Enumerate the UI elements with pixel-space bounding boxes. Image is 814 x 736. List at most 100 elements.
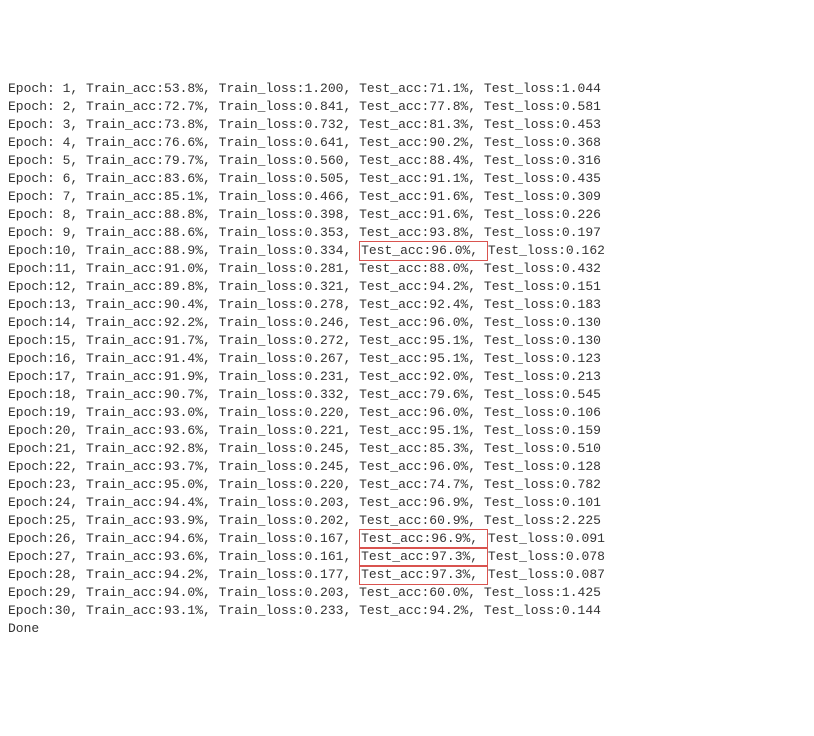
test-acc-value: Test_acc:96.0%,: [359, 459, 484, 474]
epoch-value: Epoch:20,: [8, 423, 86, 438]
train-acc-value: Train_acc:94.6%,: [86, 531, 219, 546]
log-line: Epoch: 8, Train_acc:88.8%, Train_loss:0.…: [8, 206, 806, 224]
train-loss-value: Train_loss:0.245,: [219, 441, 359, 456]
train-acc-value: Train_acc:72.7%,: [86, 99, 219, 114]
log-line: Epoch:20, Train_acc:93.6%, Train_loss:0.…: [8, 422, 806, 440]
test-acc-value: Test_acc:85.3%,: [359, 441, 484, 456]
training-log-output: Epoch: 1, Train_acc:53.8%, Train_loss:1.…: [8, 80, 806, 638]
test-loss-value: Test_loss:0.128: [484, 459, 601, 474]
train-acc-value: Train_acc:73.8%,: [86, 117, 219, 132]
train-acc-value: Train_acc:93.6%,: [86, 549, 219, 564]
test-acc-value: Test_acc:60.9%,: [359, 513, 484, 528]
epoch-value: Epoch:18,: [8, 387, 86, 402]
train-acc-value: Train_acc:76.6%,: [86, 135, 219, 150]
log-line: Epoch:10, Train_acc:88.9%, Train_loss:0.…: [8, 242, 806, 260]
log-line: Epoch:27, Train_acc:93.6%, Train_loss:0.…: [8, 548, 806, 566]
train-loss-value: Train_loss:0.353,: [219, 225, 359, 240]
test-acc-value: Test_acc:94.2%,: [359, 279, 484, 294]
train-acc-value: Train_acc:91.4%,: [86, 351, 219, 366]
test-loss-value: Test_loss:0.435: [484, 171, 601, 186]
log-line: Epoch:19, Train_acc:93.0%, Train_loss:0.…: [8, 404, 806, 422]
train-loss-value: Train_loss:0.167,: [219, 531, 359, 546]
log-line: Epoch:17, Train_acc:91.9%, Train_loss:0.…: [8, 368, 806, 386]
train-loss-value: Train_loss:0.732,: [219, 117, 359, 132]
test-loss-value: Test_loss:0.545: [484, 387, 601, 402]
test-loss-value: Test_loss:0.183: [484, 297, 601, 312]
test-acc-value: Test_acc:91.1%,: [359, 171, 484, 186]
train-loss-value: Train_loss:0.841,: [219, 99, 359, 114]
epoch-value: Epoch:26,: [8, 531, 86, 546]
train-acc-value: Train_acc:94.2%,: [86, 567, 219, 582]
train-acc-value: Train_acc:93.9%,: [86, 513, 219, 528]
log-line: Epoch:22, Train_acc:93.7%, Train_loss:0.…: [8, 458, 806, 476]
epoch-value: Epoch:24,: [8, 495, 86, 510]
log-line: Epoch:14, Train_acc:92.2%, Train_loss:0.…: [8, 314, 806, 332]
test-loss-value: Test_loss:0.309: [484, 189, 601, 204]
train-acc-value: Train_acc:91.7%,: [86, 333, 219, 348]
train-loss-value: Train_loss:0.334,: [219, 243, 359, 258]
log-line: Epoch:13, Train_acc:90.4%, Train_loss:0.…: [8, 296, 806, 314]
log-line: Epoch:11, Train_acc:91.0%, Train_loss:0.…: [8, 260, 806, 278]
test-loss-value: Test_loss:0.130: [484, 333, 601, 348]
train-acc-value: Train_acc:90.4%,: [86, 297, 219, 312]
train-loss-value: Train_loss:0.321,: [219, 279, 359, 294]
test-loss-value: Test_loss:0.144: [484, 603, 601, 618]
train-loss-value: Train_loss:0.466,: [219, 189, 359, 204]
epoch-value: Epoch:13,: [8, 297, 86, 312]
test-loss-value: Test_loss:0.151: [484, 279, 601, 294]
epoch-value: Epoch:21,: [8, 441, 86, 456]
train-loss-value: Train_loss:0.233,: [219, 603, 359, 618]
epoch-value: Epoch:16,: [8, 351, 86, 366]
log-line: Epoch:29, Train_acc:94.0%, Train_loss:0.…: [8, 584, 806, 602]
log-line: Epoch:21, Train_acc:92.8%, Train_loss:0.…: [8, 440, 806, 458]
test-acc-value: Test_acc:96.9%,: [359, 495, 484, 510]
train-acc-value: Train_acc:88.9%,: [86, 243, 219, 258]
test-loss-value: Test_loss:0.123: [484, 351, 601, 366]
epoch-value: Epoch:27,: [8, 549, 86, 564]
log-line: Epoch:23, Train_acc:95.0%, Train_loss:0.…: [8, 476, 806, 494]
log-line: Epoch: 7, Train_acc:85.1%, Train_loss:0.…: [8, 188, 806, 206]
train-acc-value: Train_acc:94.0%,: [86, 585, 219, 600]
test-loss-value: Test_loss:0.453: [484, 117, 601, 132]
test-loss-value: Test_loss:0.213: [484, 369, 601, 384]
train-acc-value: Train_acc:92.2%,: [86, 315, 219, 330]
test-loss-value: Test_loss:0.159: [484, 423, 601, 438]
epoch-value: Epoch:28,: [8, 567, 86, 582]
epoch-value: Epoch:11,: [8, 261, 86, 276]
train-acc-value: Train_acc:83.6%,: [86, 171, 219, 186]
test-acc-value: Test_acc:77.8%,: [359, 99, 484, 114]
test-acc-value: Test_acc:60.0%,: [359, 585, 484, 600]
train-acc-value: Train_acc:88.6%,: [86, 225, 219, 240]
test-acc-value: Test_acc:81.3%,: [359, 117, 484, 132]
test-loss-value: Test_loss:0.197: [484, 225, 601, 240]
epoch-value: Epoch:23,: [8, 477, 86, 492]
log-line: Epoch:18, Train_acc:90.7%, Train_loss:0.…: [8, 386, 806, 404]
train-acc-value: Train_acc:93.6%,: [86, 423, 219, 438]
epoch-value: Epoch:29,: [8, 585, 86, 600]
epoch-value: Epoch: 7,: [8, 189, 86, 204]
test-acc-value: Test_acc:92.4%,: [359, 297, 484, 312]
log-line: Epoch:12, Train_acc:89.8%, Train_loss:0.…: [8, 278, 806, 296]
train-loss-value: Train_loss:0.278,: [219, 297, 359, 312]
test-acc-value: Test_acc:79.6%,: [359, 387, 484, 402]
train-acc-value: Train_acc:53.8%,: [86, 81, 219, 96]
epoch-value: Epoch: 2,: [8, 99, 86, 114]
train-acc-value: Train_acc:91.0%,: [86, 261, 219, 276]
test-acc-value: Test_acc:96.0%,: [359, 315, 484, 330]
test-acc-value: Test_acc:96.0%,: [359, 405, 484, 420]
epoch-value: Epoch:15,: [8, 333, 86, 348]
log-line: Epoch: 4, Train_acc:76.6%, Train_loss:0.…: [8, 134, 806, 152]
train-loss-value: Train_loss:0.203,: [219, 495, 359, 510]
train-acc-value: Train_acc:89.8%,: [86, 279, 219, 294]
test-loss-value: Test_loss:0.101: [484, 495, 601, 510]
epoch-value: Epoch: 8,: [8, 207, 86, 222]
test-acc-value: Test_acc:88.4%,: [359, 153, 484, 168]
train-loss-value: Train_loss:0.203,: [219, 585, 359, 600]
train-acc-value: Train_acc:94.4%,: [86, 495, 219, 510]
train-loss-value: Train_loss:0.267,: [219, 351, 359, 366]
train-acc-value: Train_acc:90.7%,: [86, 387, 219, 402]
epoch-value: Epoch: 5,: [8, 153, 86, 168]
train-loss-value: Train_loss:0.161,: [219, 549, 359, 564]
test-loss-value: Test_loss:0.106: [484, 405, 601, 420]
train-loss-value: Train_loss:0.505,: [219, 171, 359, 186]
